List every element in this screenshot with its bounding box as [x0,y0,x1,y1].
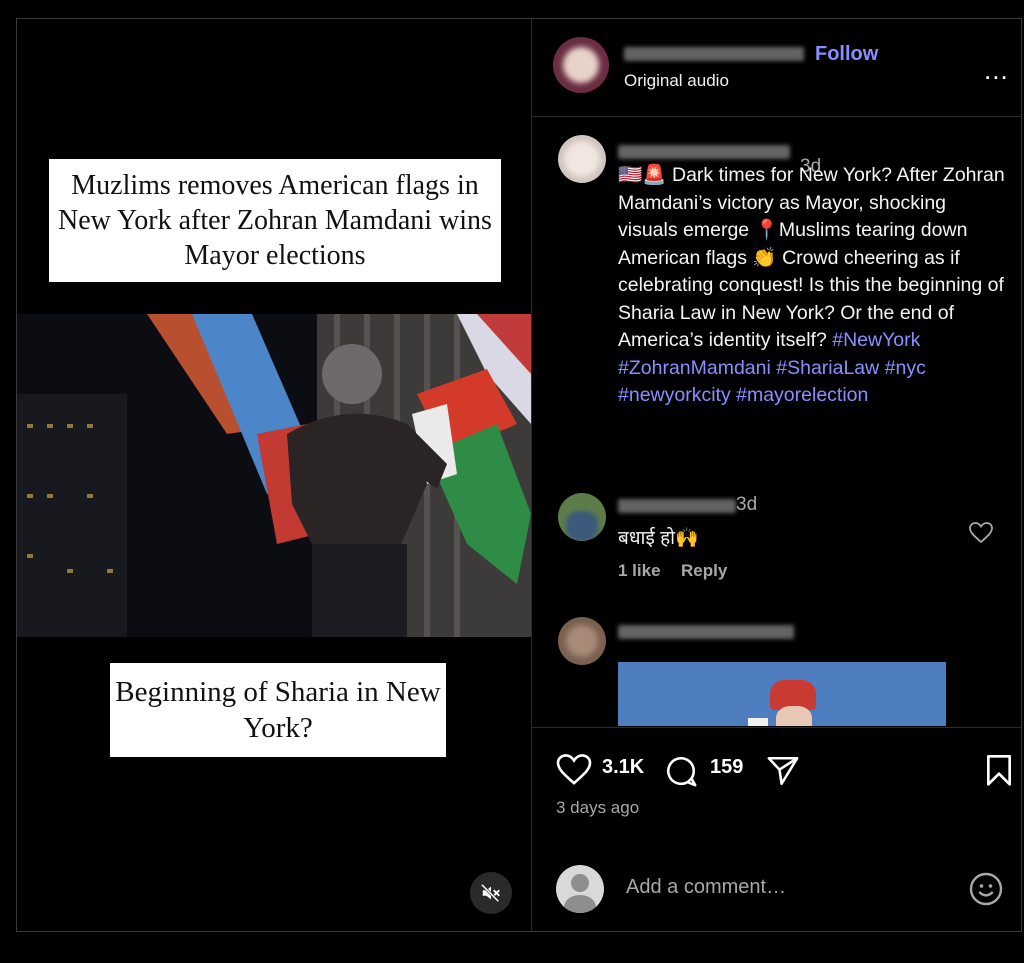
video-frame [17,314,531,637]
emoji-button[interactable] [968,871,1004,912]
flag-emoji: 🇺🇸🚨 [618,164,667,186]
post-side-panel: Follow Original audio ... 3d 🇺🇸🚨 Dark ti… [532,19,1021,931]
clap-emoji: 👏 [752,246,777,269]
flag-scene-image [17,314,531,637]
follow-button[interactable]: Follow [815,43,878,66]
video-caption-top: Muzlims removes American flags in New Yo… [49,159,501,282]
reel-video[interactable]: Muzlims removes American flags in New Yo… [17,19,531,931]
face-shape [776,706,812,726]
share-button[interactable] [766,754,800,793]
post-age: 3 days ago [556,798,640,817]
heart-outline-icon [969,522,993,544]
caption-bottom-text: Beginning of Sharia in New York? [115,675,441,744]
author-username-blurred[interactable] [624,47,804,61]
comment-like-icon[interactable] [969,522,993,549]
comment-text: बधाई हो🙌 [618,528,699,549]
comment-bubble-icon [666,757,697,787]
current-user-avatar [556,865,604,913]
commenter-2-avatar[interactable] [558,617,606,665]
comment-2-image[interactable] [618,662,946,726]
comments-list: 3d 🇺🇸🚨 Dark times for New York? After Zo… [532,117,1021,726]
hand-shape [748,718,768,726]
author-avatar[interactable] [553,37,609,93]
post-caption-text: 🇺🇸🚨 Dark times for New York? After Zohra… [618,162,1008,410]
speaker-muted-icon [480,883,500,903]
mute-button[interactable] [470,872,512,914]
more-options-icon[interactable]: ... [984,55,1009,86]
share-paper-plane-icon [767,756,799,786]
comment-input-bar: Add a comment… [532,858,1021,932]
like-count[interactable]: 3.1K [602,756,644,779]
heart-icon [556,754,592,785]
bookmark-icon [986,755,1011,786]
save-button[interactable] [984,755,1014,792]
reply-button[interactable]: Reply [681,561,727,581]
comment-count[interactable]: 159 [710,756,743,779]
commenter-name-blurred[interactable] [618,499,736,513]
post-actions: 3.1K 159 3 days ago Add a comment… [532,727,1021,932]
post-modal: Muzlims removes American flags in New Yo… [16,18,1022,932]
commenter-avatar[interactable] [558,493,606,541]
emoji-smiley-icon [969,872,1003,906]
video-caption-bottom: Beginning of Sharia in New York? [110,663,446,757]
caption-top-text: Muzlims removes American flags in New Yo… [58,170,492,271]
like-button[interactable] [556,754,592,791]
post-header: Follow Original audio ... [532,19,1021,117]
comment-time: 3d [736,494,758,515]
comment-button[interactable] [664,754,698,793]
comment-like-count[interactable]: 1 like [618,561,661,581]
commenter-2-name-blurred[interactable] [618,625,794,639]
caption-author-avatar[interactable] [558,135,606,183]
original-audio-link[interactable]: Original audio [624,71,729,91]
caption-author-blurred[interactable] [618,145,790,159]
pin-emoji: 📍 [754,219,779,241]
add-comment-input[interactable]: Add a comment… [626,876,786,899]
